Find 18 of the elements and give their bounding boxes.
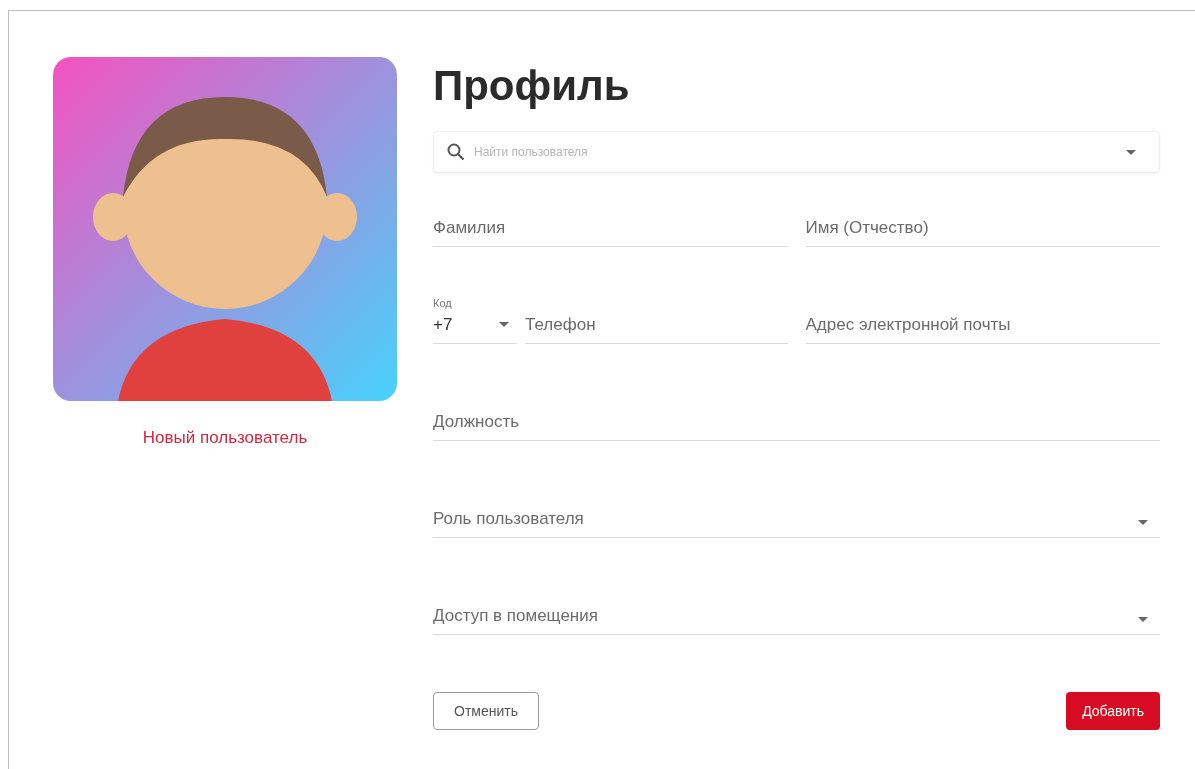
caret-icon	[1138, 520, 1148, 525]
input-field[interactable]: Телефон	[525, 311, 788, 343]
select-field[interactable]: Доступ в помещения	[433, 602, 1160, 635]
caret-icon	[1138, 617, 1148, 622]
search-field[interactable]: Найти пользователя	[433, 131, 1160, 173]
search-icon	[447, 143, 465, 161]
select-field[interactable]: Роль пользователя	[433, 505, 1160, 538]
input-field[interactable]: Должность	[433, 408, 1160, 440]
input-field[interactable]: Имя (Отчество)	[805, 214, 1160, 246]
user-caption: Новый пользователь	[142, 427, 308, 449]
caret-icon	[499, 321, 509, 327]
add-button[interactable]: Добавить	[1066, 692, 1160, 730]
code-select[interactable]: Код +7	[433, 295, 517, 344]
input-field[interactable]: Адрес электронной почты	[805, 311, 1160, 343]
input-field[interactable]: Фамилия	[433, 214, 788, 246]
cancel-button[interactable]: Отменить	[433, 692, 539, 730]
caret-icon	[1126, 150, 1136, 155]
page-title: Профиль	[433, 65, 631, 107]
